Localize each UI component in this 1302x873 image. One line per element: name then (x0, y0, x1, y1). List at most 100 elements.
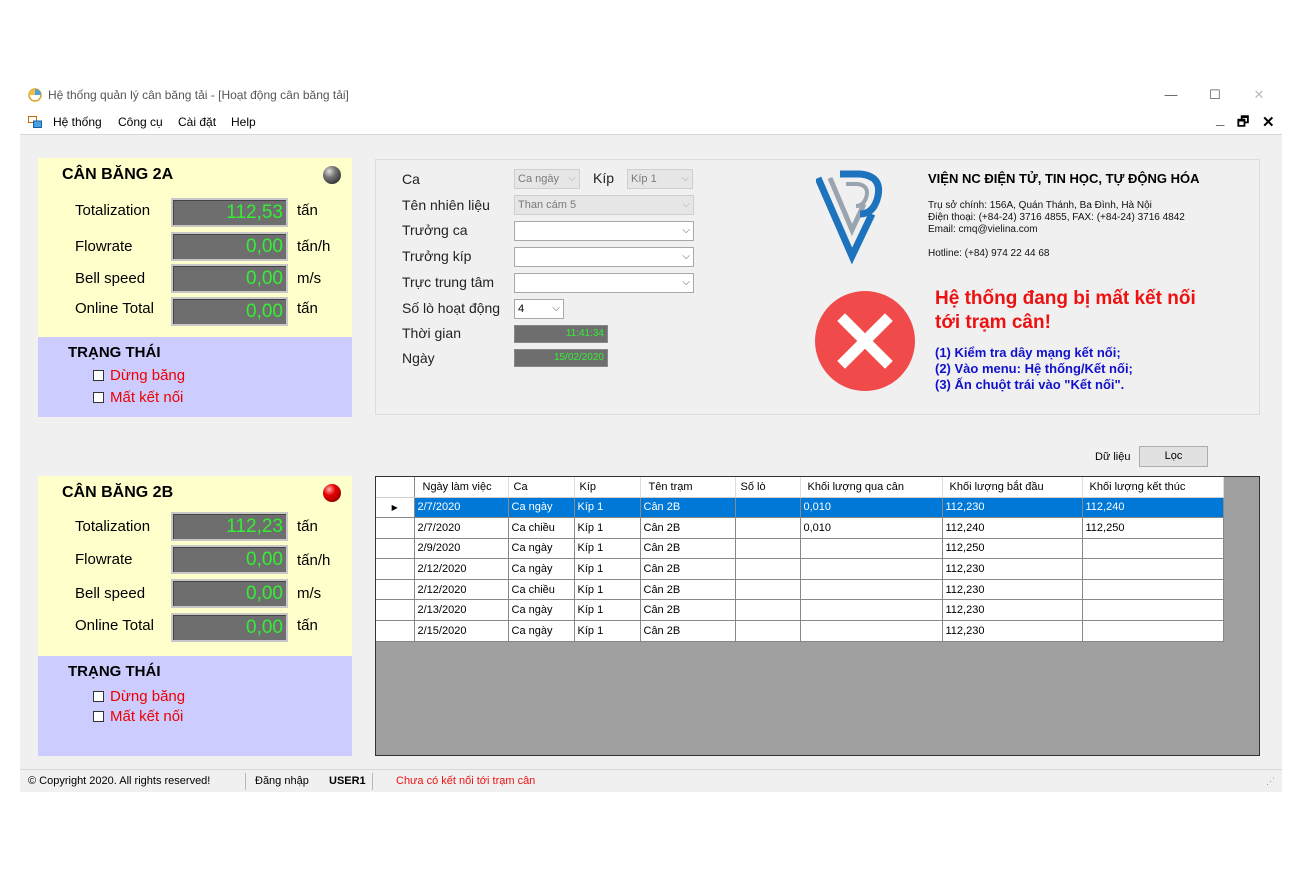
table-cell[interactable]: 2/15/2020 (414, 620, 509, 642)
col-header-shift[interactable]: Ca (508, 477, 575, 498)
table-cell[interactable]: 112,230 (942, 579, 1083, 601)
scale-2a-disconnected-checkbox[interactable]: Mất kết nối (93, 389, 183, 406)
table-cell[interactable]: Ca ngày (508, 620, 575, 642)
table-cell[interactable]: 0,010 (800, 517, 943, 539)
table-row[interactable]: 2/15/2020 Ca ngày Kíp 1 Cân 2B 112,230 (376, 620, 1224, 642)
table-cell[interactable] (800, 599, 943, 622)
table-row[interactable]: ▶ 2/7/2020 Ca ngày Kíp 1 Cân 2B 0,010 112,230 1… (376, 497, 1224, 519)
table-cell[interactable]: Kíp 1 (574, 538, 641, 560)
table-row[interactable]: 2/7/2020 Ca chiều Kíp 1 Cân 2B 0,010 112,240 1… (376, 517, 1224, 539)
table-cell[interactable]: Kíp 1 (574, 579, 641, 601)
menu-he-thong[interactable]: Hệ thống (53, 115, 102, 129)
col-header-weight-end[interactable]: Khối lượng kết thúc (1082, 477, 1224, 498)
scale-2b-disconnected-checkbox[interactable]: Mất kết nối (93, 708, 183, 725)
table-cell[interactable]: Cân 2B (640, 538, 736, 560)
row-header[interactable] (376, 599, 415, 622)
table-cell[interactable] (1082, 579, 1224, 601)
table-cell[interactable] (1082, 558, 1224, 580)
shift-leader-select[interactable]: ⌵ (514, 221, 694, 241)
table-cell[interactable]: Cân 2B (640, 517, 736, 539)
table-cell[interactable] (735, 517, 801, 539)
table-cell[interactable] (800, 538, 943, 560)
mdi-minimize-button[interactable]: _ (1216, 111, 1224, 128)
mdi-restore-button[interactable]: 🗗 (1237, 113, 1249, 135)
table-cell[interactable] (800, 558, 943, 580)
table-cell[interactable]: Ca ngày (508, 497, 575, 519)
table-cell[interactable]: 0,010 (800, 497, 943, 519)
table-cell[interactable]: Ca ngày (508, 599, 575, 622)
table-cell[interactable]: 2/7/2020 (414, 517, 509, 539)
table-cell[interactable] (735, 558, 801, 580)
table-cell[interactable]: Cân 2B (640, 497, 736, 519)
col-header-work-date[interactable]: Ngày làm việc (414, 477, 509, 498)
col-header-furnace[interactable]: Số lò (735, 477, 801, 498)
col-header-weight-start[interactable]: Khối lượng bắt đầu (942, 477, 1083, 498)
table-cell[interactable]: Cân 2B (640, 579, 736, 601)
table-cell[interactable] (735, 620, 801, 642)
table-cell[interactable]: Ca ngày (508, 538, 575, 560)
table-row[interactable]: 2/9/2020 Ca ngày Kíp 1 Cân 2B 112,250 (376, 538, 1224, 560)
table-cell[interactable]: Kíp 1 (574, 599, 641, 622)
table-cell[interactable] (735, 579, 801, 601)
close-button[interactable]: ✕ (1244, 84, 1274, 106)
filter-button[interactable]: Lọc (1139, 446, 1208, 467)
row-header[interactable] (376, 620, 415, 642)
table-cell[interactable]: Cân 2B (640, 599, 736, 622)
table-cell[interactable]: Ca chiều (508, 517, 575, 539)
table-cell[interactable]: 2/9/2020 (414, 538, 509, 560)
table-cell[interactable]: 112,250 (942, 538, 1083, 560)
table-cell[interactable] (735, 538, 801, 560)
row-header[interactable]: ▶ (376, 497, 415, 519)
col-header-station[interactable]: Tên trạm (640, 477, 736, 498)
data-grid[interactable]: Ngày làm việc Ca Kíp Tên trạm Số lò Khối… (375, 476, 1260, 756)
row-header[interactable] (376, 558, 415, 580)
table-cell[interactable]: 112,230 (942, 620, 1083, 642)
central-duty-select[interactable]: ⌵ (514, 273, 694, 293)
table-cell[interactable]: Ca chiều (508, 579, 575, 601)
table-row[interactable]: 2/13/2020 Ca ngày Kíp 1 Cân 2B 112,230 (376, 599, 1224, 622)
menu-cai-dat[interactable]: Cài đặt (178, 115, 216, 129)
table-cell[interactable]: 2/12/2020 (414, 558, 509, 580)
table-cell[interactable]: Cân 2B (640, 558, 736, 580)
table-row[interactable]: 2/12/2020 Ca chiều Kíp 1 Cân 2B 112,230 (376, 579, 1224, 601)
table-cell[interactable] (1082, 599, 1224, 622)
crew-leader-select[interactable]: ⌵ (514, 247, 694, 267)
mdi-close-button[interactable]: ✕ (1262, 113, 1275, 131)
table-cell[interactable]: 2/13/2020 (414, 599, 509, 622)
crew-select[interactable]: Kíp 1 ⌵ (627, 169, 693, 189)
table-cell[interactable] (800, 579, 943, 601)
resize-grip-icon[interactable]: ⋰ (1266, 776, 1275, 787)
table-row[interactable]: 2/12/2020 Ca ngày Kíp 1 Cân 2B 112,230 (376, 558, 1224, 580)
col-header-crew[interactable]: Kíp (574, 477, 641, 498)
table-cell[interactable]: 112,230 (942, 599, 1083, 622)
table-cell[interactable]: Kíp 1 (574, 558, 641, 580)
table-cell[interactable]: 2/7/2020 (414, 497, 509, 519)
table-cell[interactable] (735, 497, 801, 519)
table-cell[interactable]: Kíp 1 (574, 620, 641, 642)
table-cell[interactable] (800, 620, 943, 642)
table-cell[interactable]: Kíp 1 (574, 497, 641, 519)
scale-2a-belt-stopped-checkbox[interactable]: Dừng băng (93, 367, 185, 384)
menu-cong-cu[interactable]: Công cụ (118, 115, 163, 129)
table-cell[interactable]: 112,230 (942, 497, 1083, 519)
minimize-button[interactable]: — (1156, 84, 1186, 106)
furnace-count-select[interactable]: 4 ⌵ (514, 299, 564, 319)
table-cell[interactable]: 112,240 (942, 517, 1083, 539)
menu-help[interactable]: Help (231, 115, 256, 129)
table-cell[interactable]: Cân 2B (640, 620, 736, 642)
table-cell[interactable]: Ca ngày (508, 558, 575, 580)
row-header[interactable] (376, 538, 415, 560)
fuel-select[interactable]: Than cám 5 ⌵ (514, 195, 694, 215)
row-header[interactable] (376, 517, 415, 539)
table-cell[interactable] (1082, 620, 1224, 642)
table-cell[interactable]: Kíp 1 (574, 517, 641, 539)
table-cell[interactable]: 112,240 (1082, 497, 1224, 519)
row-header[interactable] (376, 579, 415, 601)
table-cell[interactable]: 2/12/2020 (414, 579, 509, 601)
col-header-weight-through[interactable]: Khối lượng qua cân (800, 477, 943, 498)
table-cell[interactable]: 112,230 (942, 558, 1083, 580)
scale-2b-belt-stopped-checkbox[interactable]: Dừng băng (93, 688, 185, 705)
shift-select[interactable]: Ca ngày ⌵ (514, 169, 580, 189)
table-cell[interactable] (735, 599, 801, 622)
table-cell[interactable]: 112,250 (1082, 517, 1224, 539)
